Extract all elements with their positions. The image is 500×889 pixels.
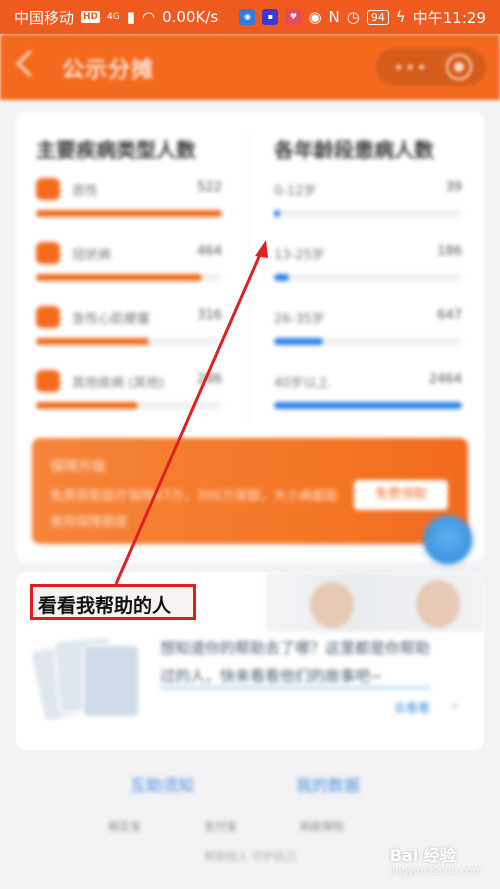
help-section-title: 看看我帮助的人 xyxy=(38,595,172,617)
watermark-url: jingyan.baidu.com xyxy=(389,866,482,877)
baidu-watermark: Bai 经验 jingyan.baidu.com xyxy=(390,842,482,877)
annotation-arrow xyxy=(114,240,268,585)
help-section-title-highlight[interactable]: 看看我帮助的人 xyxy=(30,584,196,620)
watermark-brand: Bai 经验 xyxy=(389,846,456,865)
